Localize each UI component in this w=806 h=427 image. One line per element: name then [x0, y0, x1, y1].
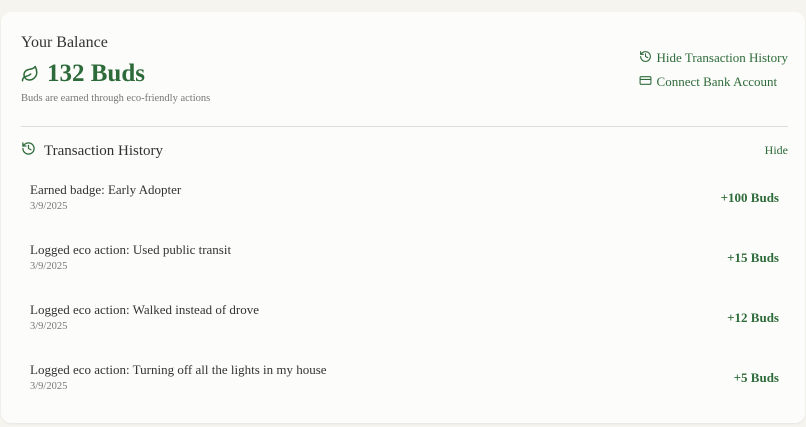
transaction-description: Earned badge: Early Adopter	[30, 182, 182, 197]
connect-bank-account-button[interactable]: Connect Bank Account	[639, 72, 778, 92]
transaction-date: 3/9/2025	[30, 381, 68, 392]
transaction-amount: +100 Buds	[720, 190, 779, 205]
connect-bank-account-label: Connect Bank Account	[656, 74, 778, 89]
transaction-row: Earned badge: Early Adopter 3/9/2025 +10…	[30, 180, 779, 240]
history-icon	[21, 141, 36, 161]
balance-note: Buds are earned through eco-friendly act…	[21, 93, 211, 104]
transaction-row: Logged eco action: Used public transit 3…	[30, 240, 779, 300]
balance-amount-row: 132 Buds	[21, 60, 145, 88]
credit-card-icon	[639, 74, 652, 91]
hide-transaction-history-button[interactable]: Hide Transaction History	[639, 48, 788, 68]
balance-value: 132 Buds	[47, 60, 145, 87]
transaction-amount: +15 Buds	[727, 250, 779, 265]
transaction-description: Logged eco action: Used public transit	[30, 242, 232, 257]
leaf-icon	[21, 65, 39, 83]
transaction-history-title: Transaction History	[44, 142, 164, 159]
transaction-row: Logged eco action: Turning off all the l…	[30, 360, 779, 420]
balance-card: Your Balance 132 Buds Buds are earned th…	[1, 12, 805, 423]
transaction-history-header: Transaction History	[21, 141, 163, 161]
hide-history-button[interactable]: Hide	[765, 143, 788, 158]
actions-panel: Hide Transaction History Connect Bank Ac…	[639, 48, 788, 92]
transaction-date: 3/9/2025	[30, 201, 68, 212]
hide-transaction-history-label: Hide Transaction History	[656, 50, 788, 65]
transaction-amount: +5 Buds	[733, 370, 779, 385]
transaction-description: Logged eco action: Turning off all the l…	[30, 362, 327, 377]
transaction-row: Logged eco action: Walked instead of dro…	[30, 300, 779, 360]
balance-title: Your Balance	[21, 34, 108, 51]
transaction-date: 3/9/2025	[30, 261, 68, 272]
transaction-list: Earned badge: Early Adopter 3/9/2025 +10…	[30, 180, 779, 420]
transaction-amount: +12 Buds	[727, 310, 779, 325]
divider	[21, 126, 788, 127]
transaction-date: 3/9/2025	[30, 321, 68, 332]
history-icon	[639, 50, 652, 67]
transaction-description: Logged eco action: Walked instead of dro…	[30, 302, 260, 317]
